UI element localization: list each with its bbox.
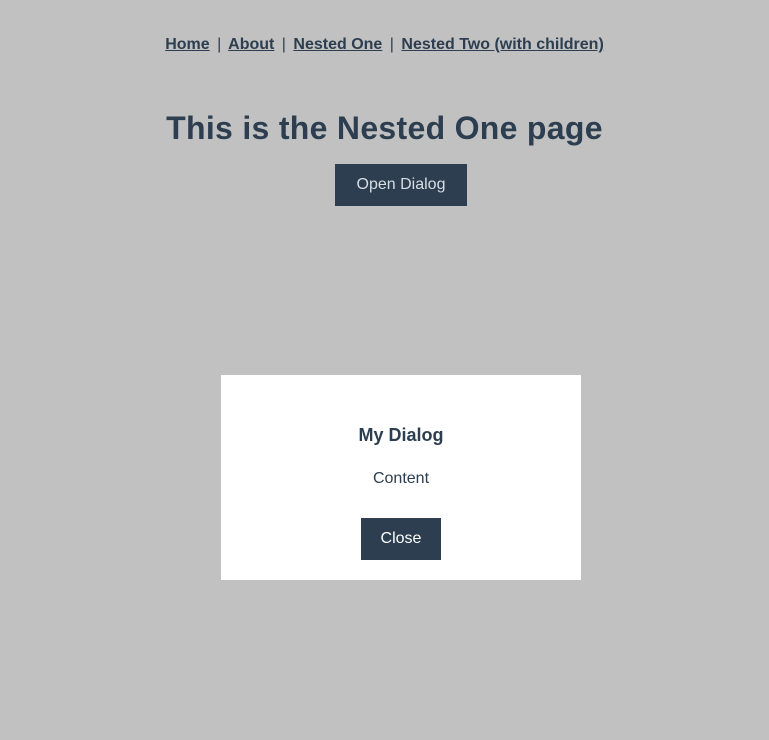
nav-link-nested-one[interactable]: Nested One [293, 36, 382, 53]
nav-separator: | [281, 36, 286, 53]
nav-separator: | [389, 36, 394, 53]
nav-link-home[interactable]: Home [165, 36, 209, 53]
nav-separator: | [217, 36, 222, 53]
page-title: This is the Nested One page [166, 110, 603, 146]
top-navigation: Home | About | Nested One | Nested Two (… [0, 36, 769, 54]
open-dialog-button[interactable]: Open Dialog [335, 164, 467, 206]
nav-link-nested-two[interactable]: Nested Two (with children) [401, 36, 603, 53]
nav-link-about[interactable]: About [228, 36, 274, 53]
dialog-title: My Dialog [358, 425, 444, 445]
dialog: My Dialog Content Close [221, 375, 581, 580]
close-dialog-button[interactable]: Close [361, 518, 441, 560]
dialog-content: Content [372, 470, 430, 487]
